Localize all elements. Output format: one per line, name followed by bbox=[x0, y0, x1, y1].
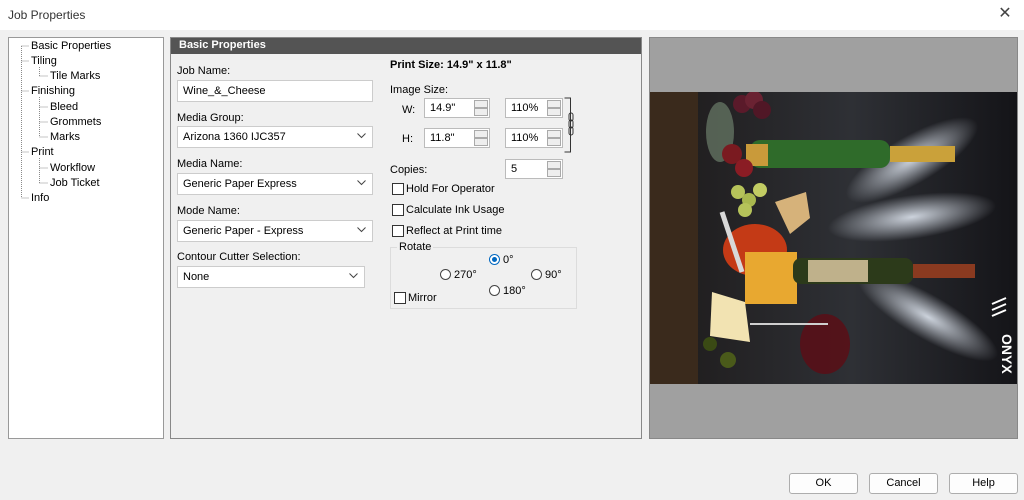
rotate-0-radio[interactable] bbox=[489, 254, 500, 265]
width-spinbox[interactable]: 14.9" bbox=[424, 98, 490, 118]
media-group-value: Arizona 1360 IJC357 bbox=[183, 131, 286, 143]
media-group-select[interactable]: Arizona 1360 IJC357 bbox=[177, 126, 373, 148]
tree-item-basic-properties[interactable]: Basic Properties bbox=[31, 40, 112, 53]
height-percent-spinbox[interactable]: 110% bbox=[505, 128, 563, 148]
rotate-90-radio[interactable] bbox=[531, 269, 542, 280]
wine-cheese-preview-image: ONYX bbox=[650, 92, 1017, 384]
job-name-input[interactable]: Wine_&_Cheese bbox=[177, 80, 373, 102]
tree-item-bleed[interactable]: Bleed bbox=[50, 101, 78, 114]
contour-cutter-value: None bbox=[183, 271, 210, 283]
width-label: W: bbox=[402, 104, 416, 116]
mirror-checkbox[interactable] bbox=[394, 292, 406, 304]
mode-name-value: Generic Paper - Express bbox=[183, 225, 304, 237]
contour-cutter-label: Contour Cutter Selection: bbox=[177, 251, 301, 263]
copies-down-button[interactable] bbox=[547, 169, 561, 177]
chevron-down-icon bbox=[349, 273, 358, 279]
mode-name-label: Mode Name: bbox=[177, 205, 240, 217]
contour-cutter-select[interactable]: None bbox=[177, 266, 365, 288]
title-bar bbox=[0, 0, 1024, 30]
media-name-select[interactable]: Generic Paper Express bbox=[177, 173, 373, 195]
tree-item-info[interactable]: Info bbox=[31, 192, 49, 205]
copies-up-button[interactable] bbox=[547, 161, 561, 169]
navigation-tree: Basic Properties Tiling Tile Marks Finis… bbox=[8, 37, 164, 439]
height-percent-value: 110% bbox=[511, 132, 539, 144]
chevron-down-icon bbox=[357, 180, 366, 186]
width-percent-down-button[interactable] bbox=[547, 108, 561, 116]
rotate-90-label: 90° bbox=[545, 269, 562, 281]
image-size-label: Image Size: bbox=[390, 84, 449, 96]
window-title: Job Properties bbox=[8, 8, 86, 22]
tree-item-tiling[interactable]: Tiling bbox=[31, 55, 57, 68]
tree-item-marks[interactable]: Marks bbox=[50, 131, 80, 144]
tree-item-workflow[interactable]: Workflow bbox=[50, 162, 95, 175]
close-icon[interactable]: ✕ bbox=[994, 4, 1016, 26]
chevron-down-icon bbox=[357, 133, 366, 139]
rotate-270-radio[interactable] bbox=[440, 269, 451, 280]
help-button[interactable]: Help bbox=[949, 473, 1018, 494]
chevron-down-icon bbox=[357, 227, 366, 233]
rotate-180-label: 180° bbox=[503, 285, 526, 297]
tree-connector-lines bbox=[21, 45, 48, 199]
height-spinbox[interactable]: 11.8" bbox=[424, 128, 490, 148]
height-up-button[interactable] bbox=[474, 130, 488, 138]
width-percent-value: 110% bbox=[511, 102, 539, 114]
media-name-label: Media Name: bbox=[177, 158, 243, 170]
width-up-button[interactable] bbox=[474, 100, 488, 108]
copies-spinbox[interactable]: 5 bbox=[505, 159, 563, 179]
media-name-value: Generic Paper Express bbox=[183, 178, 297, 190]
width-value: 14.9" bbox=[430, 102, 456, 114]
tree-item-finishing[interactable]: Finishing bbox=[31, 85, 75, 98]
rotate-0-label: 0° bbox=[503, 254, 514, 266]
mirror-label: Mirror bbox=[408, 292, 437, 304]
hold-for-operator-label: Hold For Operator bbox=[406, 183, 495, 195]
panel-header: Basic Properties bbox=[171, 38, 641, 54]
height-percent-down-button[interactable] bbox=[547, 138, 561, 146]
tree-item-job-ticket[interactable]: Job Ticket bbox=[50, 177, 100, 190]
hold-for-operator-checkbox[interactable] bbox=[392, 183, 404, 195]
tree-item-print[interactable]: Print bbox=[31, 146, 54, 159]
media-group-label: Media Group: bbox=[177, 112, 244, 124]
copies-label: Copies: bbox=[390, 164, 428, 176]
print-size-text: Print Size: 14.9" x 11.8" bbox=[390, 59, 512, 71]
width-percent-spinbox[interactable]: 110% bbox=[505, 98, 563, 118]
height-percent-up-button[interactable] bbox=[547, 130, 561, 138]
rotate-180-radio[interactable] bbox=[489, 285, 500, 296]
height-down-button[interactable] bbox=[474, 138, 488, 146]
height-label: H: bbox=[402, 133, 413, 145]
tree-item-tile-marks[interactable]: Tile Marks bbox=[50, 70, 100, 83]
job-name-label: Job Name: bbox=[177, 65, 231, 77]
calculate-ink-checkbox[interactable] bbox=[392, 204, 404, 216]
rotate-270-label: 270° bbox=[454, 269, 477, 281]
reflect-print-label: Reflect at Print time bbox=[406, 225, 502, 237]
mode-name-select[interactable]: Generic Paper - Express bbox=[177, 220, 373, 242]
rotate-label: Rotate bbox=[397, 241, 434, 253]
cancel-button[interactable]: Cancel bbox=[869, 473, 938, 494]
ok-button[interactable]: OK bbox=[789, 473, 858, 494]
width-down-button[interactable] bbox=[474, 108, 488, 116]
link-proportions-icon[interactable] bbox=[564, 97, 578, 153]
copies-value: 5 bbox=[511, 163, 518, 175]
height-value: 11.8" bbox=[430, 132, 455, 144]
width-percent-up-button[interactable] bbox=[547, 100, 561, 108]
reflect-print-checkbox[interactable] bbox=[392, 225, 404, 237]
onyx-watermark: ONYX bbox=[999, 334, 1015, 374]
tree-item-grommets[interactable]: Grommets bbox=[50, 116, 101, 129]
calculate-ink-label: Calculate Ink Usage bbox=[406, 204, 505, 216]
